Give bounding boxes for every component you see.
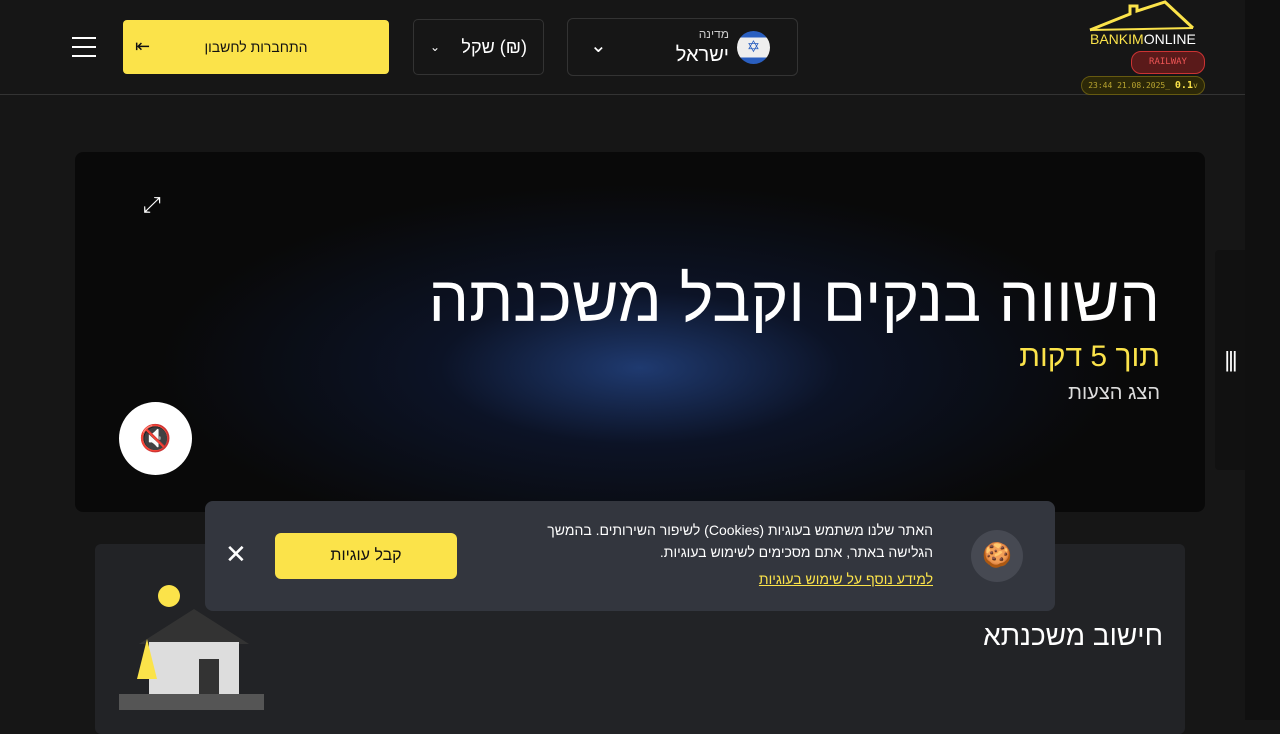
env-badge: RAILWAY [1131, 51, 1205, 74]
scrollbar[interactable] [1245, 0, 1280, 720]
accept-cookies-button[interactable]: קבל עוגיות [275, 533, 457, 579]
hero-subtitle: תוך 5 דקות [1019, 340, 1160, 373]
roof-icon [1089, 0, 1195, 32]
chevron-down-icon: ⌄ [590, 35, 607, 57]
card-title: חישוב משכנתא [983, 620, 1163, 651]
login-button[interactable]: ⇤ התחברות לחשבון [123, 20, 389, 74]
country-label: מדינה [698, 27, 729, 41]
login-icon: ⇤ [135, 36, 151, 56]
cookie-banner: 🍪 האתר שלנו משתמש בעוגיות (Cookies) לשיפ… [205, 501, 1055, 611]
cookie-message: האתר שלנו משתמש בעוגיות (Cookies) לשיפור… [547, 522, 933, 560]
login-label: התחברות לחשבון [204, 39, 308, 55]
version-badge: 23:44 21.08.2025_ 0.1v [1081, 76, 1205, 95]
country-select[interactable]: ⌄ מדינה ישראל ✡ [567, 18, 798, 76]
speaker-muted-icon: 🔇 [139, 423, 172, 453]
hero-video: ⤢ השווה בנקים וקבל משכנתה תוך 5 דקות הצג… [75, 152, 1205, 512]
chevron-down-icon: ⌄ [430, 40, 441, 54]
currency-select[interactable]: ⌄ (₪) שקל [413, 19, 544, 75]
header: ⇤ התחברות לחשבון ⌄ (₪) שקל ⌄ מדינה ישראל ✡… [0, 0, 1245, 95]
logo[interactable]: BANKIMONLINE [1085, 0, 1205, 48]
expand-icon[interactable]: ⤢ [143, 192, 161, 218]
logo-text: BANKIMONLINE [1090, 31, 1196, 47]
cookie-info-link[interactable]: למידע נוסף על שימוש בעוגיות [759, 571, 933, 587]
show-offers-link[interactable]: הצג הצעות [1068, 382, 1160, 405]
cookie-icon: 🍪 [971, 530, 1023, 582]
country-value: ישראל [675, 44, 729, 66]
israel-flag-icon: ✡ [737, 31, 770, 64]
hero-title: השווה בנקים וקבל משכנתה [428, 263, 1160, 335]
close-icon[interactable]: ✕ [225, 541, 247, 567]
mute-button[interactable]: 🔇 [119, 402, 192, 475]
currency-value: (₪) שקל [461, 36, 527, 57]
hamburger-menu-icon[interactable] [72, 37, 96, 57]
side-panel-handle[interactable]: ||| [1215, 250, 1245, 470]
